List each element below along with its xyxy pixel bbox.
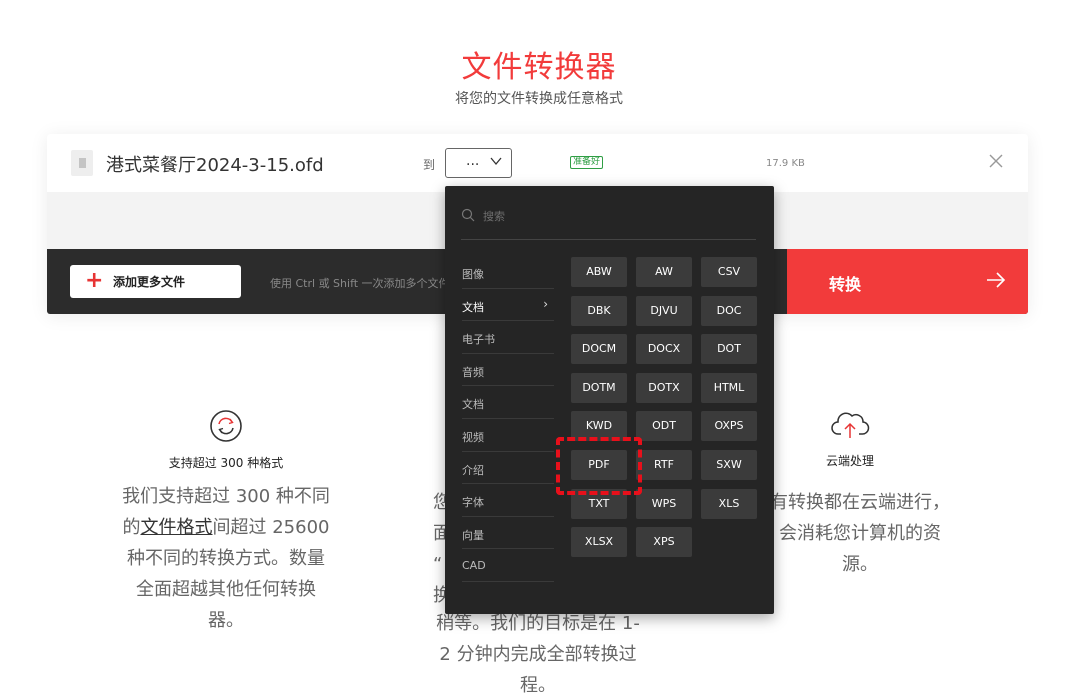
category-label: 文档 <box>462 300 484 314</box>
file-size: 17.9 KB <box>766 158 805 169</box>
category-label: 文档 <box>462 398 484 412</box>
feature-cloud-desc: 有转换都在云端进行， 会消耗您计算机的资 源。 <box>760 487 960 580</box>
format-option[interactable]: DBK <box>571 295 627 326</box>
file-row: 港式菜餐厅2024-3-15.ofd 到 ... 准备好 17.9 KB <box>47 134 1028 192</box>
format-option[interactable]: DOC <box>701 295 757 326</box>
refresh-circle-icon <box>210 410 242 442</box>
format-select[interactable]: ... <box>445 148 512 178</box>
category-label: 音频 <box>462 365 484 379</box>
category-item[interactable]: 图像 <box>462 256 554 289</box>
format-option[interactable]: DOCX <box>636 334 692 364</box>
arrow-right-icon <box>985 269 1007 295</box>
document-icon <box>71 150 93 176</box>
feature-speed-desc-bottom: 稍等。我们的目标是在 1- 2 分钟内完成全部转换过 程。 <box>418 608 658 700</box>
format-select-value: ... <box>466 153 480 169</box>
format-option[interactable]: ODT <box>636 411 692 441</box>
desc-line: 有转换都在云端进行， <box>770 492 950 513</box>
format-option[interactable]: XLS <box>701 489 757 519</box>
page-subtitle: 将您的文件转换成任意格式 <box>455 91 623 107</box>
format-option[interactable]: DOTM <box>571 373 627 403</box>
desc-line: 2 分钟内完成全部转换过 <box>439 644 637 665</box>
category-item[interactable]: 字体 <box>462 484 554 517</box>
chevron-down-icon <box>490 155 502 170</box>
plus-icon: + <box>85 268 104 293</box>
feature-cloud-title: 云端处理 <box>825 454 874 468</box>
category-item[interactable]: 文档 › <box>462 289 554 322</box>
multi-select-hint: 使用 Ctrl 或 Shift 一次添加多个文件 <box>270 277 450 290</box>
status-badge: 准备好 <box>570 156 604 169</box>
format-option[interactable]: ABW <box>571 257 627 287</box>
search-icon <box>461 208 475 222</box>
category-label: 视频 <box>462 430 484 444</box>
add-more-files-button[interactable]: + 添加更多文件 <box>70 265 241 298</box>
category-list: 图像 文档 › 电子书 音频 文档 视频 介绍 字体 向量 CAD <box>462 256 554 582</box>
to-label: 到 <box>423 158 436 172</box>
category-item[interactable]: 视频 <box>462 419 554 452</box>
category-label: 向量 <box>462 528 484 542</box>
desc-line: 间超过 25600 <box>212 517 330 538</box>
format-option[interactable]: AW <box>636 257 692 287</box>
format-option[interactable]: XLSX <box>571 527 627 557</box>
feature-cloud: 云端处理 <box>760 408 940 469</box>
category-item[interactable]: CAD <box>462 549 554 582</box>
desc-line: 我们支持超过 300 种不同 <box>122 486 330 507</box>
convert-button[interactable]: 转换 <box>787 249 1028 314</box>
category-label: 图像 <box>462 268 484 281</box>
convert-label: 转换 <box>829 275 862 294</box>
format-option[interactable]: DOT <box>701 334 757 364</box>
file-formats-link[interactable]: 文件格式 <box>141 517 213 538</box>
format-search[interactable]: 搜索 <box>461 208 756 240</box>
format-option[interactable]: DOCM <box>571 334 627 364</box>
format-option[interactable]: SXW <box>701 450 757 480</box>
category-item[interactable]: 向量 <box>462 517 554 550</box>
file-name: 港式菜餐厅2024-3-15.ofd <box>106 155 324 176</box>
desc-line: 的 <box>122 517 141 538</box>
desc-line: 全面超越其他任何转换 <box>136 579 316 600</box>
format-option[interactable]: DJVU <box>636 295 692 326</box>
page-title: 文件转换器 <box>461 50 617 85</box>
feature-formats-title: 支持超过 300 种格式 <box>168 456 284 470</box>
desc-line: 器。 <box>208 610 244 631</box>
category-item[interactable]: 电子书 <box>462 321 554 354</box>
pdf-highlight-box <box>556 437 642 495</box>
category-label: 字体 <box>462 496 484 510</box>
category-item[interactable]: 文档 <box>462 386 554 419</box>
chevron-right-icon: › <box>543 296 548 311</box>
desc-line: 稍等。我们的目标是在 1- <box>436 613 640 634</box>
feature-formats: 支持超过 300 种格式 我们支持超过 300 种不同 的文件格式间超过 256… <box>96 408 356 636</box>
format-option[interactable]: RTF <box>636 450 692 480</box>
desc-line: 会消耗您计算机的资 <box>779 523 941 544</box>
close-icon[interactable] <box>985 150 1007 172</box>
format-option[interactable]: OXPS <box>701 411 757 441</box>
category-label: 电子书 <box>462 333 495 347</box>
search-placeholder: 搜索 <box>483 210 505 223</box>
category-item[interactable]: 介绍 <box>462 452 554 485</box>
desc-line: 源。 <box>842 554 878 575</box>
format-option[interactable]: CSV <box>701 257 757 287</box>
format-option[interactable]: WPS <box>636 489 692 519</box>
desc-line: 程。 <box>520 675 556 696</box>
category-label: 介绍 <box>462 463 484 477</box>
format-option[interactable]: HTML <box>701 373 757 403</box>
format-option[interactable]: XPS <box>636 527 692 557</box>
add-more-files-label: 添加更多文件 <box>113 275 186 289</box>
desc-line: “ <box>433 554 443 575</box>
format-option[interactable]: DOTX <box>636 373 692 403</box>
category-item[interactable]: 音频 <box>462 354 554 387</box>
desc-line: 种不同的转换方式。数量 <box>127 548 325 569</box>
cloud-upload-icon <box>831 412 870 438</box>
feature-formats-desc: 我们支持超过 300 种不同 的文件格式间超过 25600 种不同的转换方式。数… <box>96 481 356 636</box>
category-label: CAD <box>462 559 486 573</box>
